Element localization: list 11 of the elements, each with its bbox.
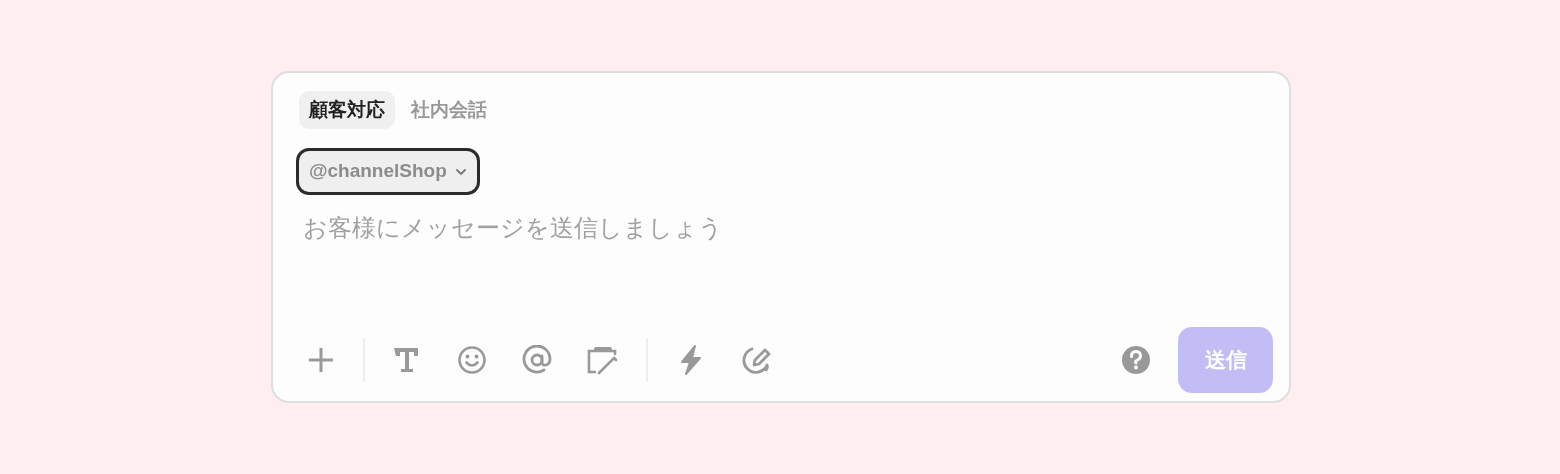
plus-icon[interactable] (306, 345, 336, 375)
chevron-down-icon (454, 167, 467, 176)
note-edit-icon[interactable] (586, 345, 620, 375)
channel-dropdown[interactable]: @channelShop (299, 151, 477, 192)
at-sign-icon[interactable] (522, 345, 552, 375)
message-input[interactable]: お客様にメッセージを送信しましょう (299, 210, 1263, 294)
tab[interactable]: 社内会話 (401, 91, 497, 129)
text-format-icon[interactable] (391, 345, 421, 375)
smiley-icon[interactable] (457, 345, 487, 375)
tab[interactable]: 顧客対応 (299, 91, 395, 129)
help-icon[interactable] (1121, 345, 1151, 375)
